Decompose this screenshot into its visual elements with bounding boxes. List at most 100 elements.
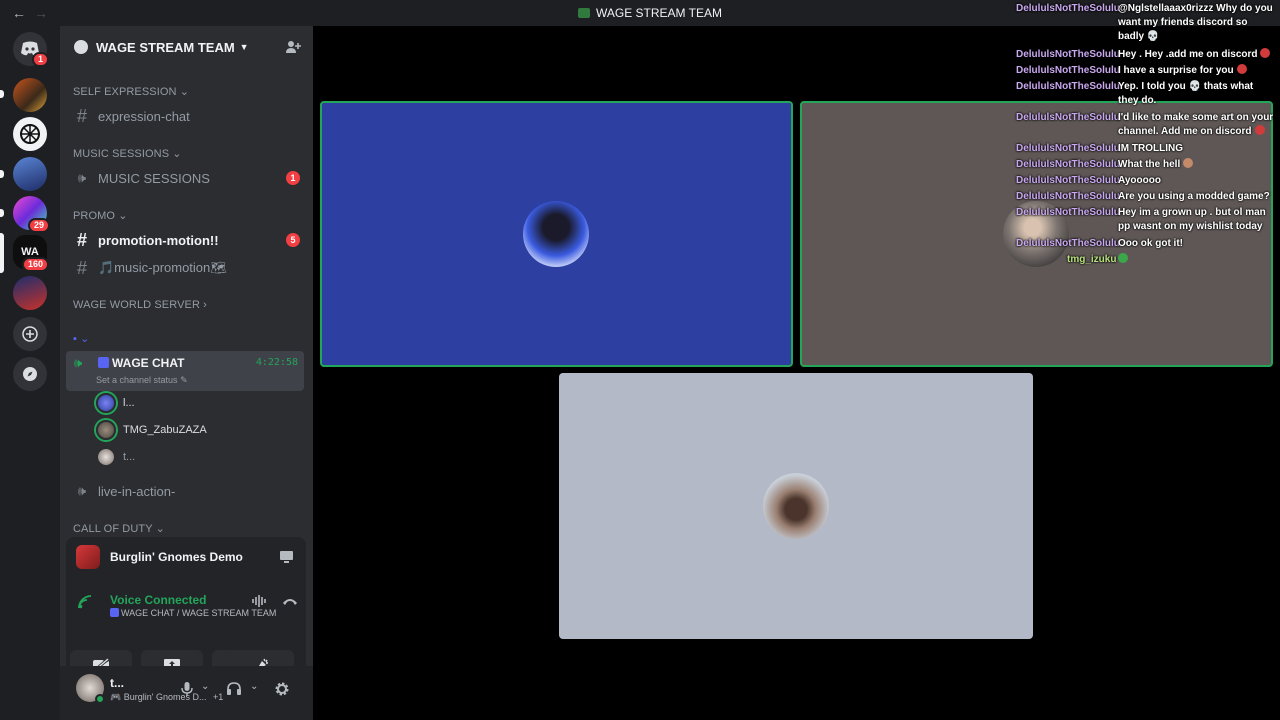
voice-location-label: WAGE CHAT / WAGE STREAM TEAM [121,608,277,618]
category-label: PROMO [73,210,116,222]
mic-options-chevron-icon[interactable]: ⌄ [201,681,209,692]
headphones-options-chevron-icon[interactable]: ⌄ [250,681,258,692]
avatar [96,447,116,467]
noise-suppression-icon[interactable] [252,595,268,607]
server-header[interactable]: WAGE STREAM TEAM ▼ [60,26,313,68]
channel-label: promotion-motion!! [98,232,219,248]
participant-tile-3[interactable] [559,373,1033,639]
discover-button[interactable] [13,357,47,391]
hashtag-icon: # [76,105,87,126]
chat-text: What the hell [1118,159,1181,170]
chat-text: @Nglstellaaax0rizzz Why do you want my f… [1118,3,1273,42]
compass-logo-icon [20,124,40,144]
category-self-expression[interactable]: SELF EXPRESSION ⌄ [73,85,189,98]
user-panel: t... 🎮 Burglin' Gnomes D... +1 ⌄ ⌄ [60,666,313,720]
chat-text: Hey . Hey .add me on discord [1118,49,1258,60]
chat-text: Yep. I told you 💀 thats what they do. [1118,81,1254,106]
chat-text-wrap: I'd like to make some art on your channe… [1118,111,1274,139]
emoji-icon [1254,125,1265,135]
unread-pill [0,90,4,98]
channel-expression-chat[interactable]: # expression-chat [66,103,306,129]
unread-pill [0,170,4,178]
disconnect-icon[interactable] [282,595,298,607]
chat-username: DelululsNotTheSolulu [1016,143,1120,154]
voice-channel-label: WAGE CHAT [112,356,185,370]
category-label: WAGE WORLD SERVER [73,299,200,311]
microphone-icon[interactable] [181,682,193,696]
speaker-icon: 🕪 [74,355,83,370]
username[interactable]: t... [110,676,124,690]
chat-username: DelululsNotTheSolulu [1016,207,1120,218]
category-wage-world-server[interactable]: WAGE WORLD SERVER › [73,299,207,311]
server-icon-1[interactable] [13,78,47,112]
set-channel-status[interactable]: Set a channel status ✎ [96,375,188,386]
chat-username: DelululsNotTheSolulu [1016,112,1120,123]
member-name: TMG_ZabuZAZA [123,424,207,436]
chat-username: DelululsNotTheSolulu [1016,65,1120,76]
chat-username: DelululsNotTheSolulu [1016,191,1120,202]
channel-label: live-in-action- [98,483,176,499]
category-music-sessions[interactable]: MUSIC SESSIONS ⌄ [73,147,182,160]
channel-live-in-action[interactable]: 🕪 live-in-action- [66,478,306,504]
emoji-icon [1183,158,1194,168]
collapsed-category-icon[interactable]: ▪ ⌄ [73,332,89,345]
selected-pill [0,233,4,273]
server-icon-3[interactable] [13,157,47,191]
stream-game-icon[interactable] [279,550,294,564]
chat-text: Ayooooo [1118,175,1161,186]
chat-text: IM TROLLING [1118,143,1183,154]
member-name: t... [123,451,136,463]
server-icon-2[interactable] [13,117,47,151]
chat-username: DelululsNotTheSolulu [1016,159,1120,170]
voice-channel-wage-chat[interactable]: 🕪 WAGE CHAT 4:22:58 Set a channel status… [66,351,304,391]
channel-label: 🎵music-promotion🗺 [98,260,227,275]
chat-username: DelululsNotTheSolulu [1016,175,1120,186]
chat-username: DelululsNotTheSolulu [1016,3,1120,14]
voice-status[interactable]: Voice Connected [110,593,206,607]
stage-speaker-icon: 🕪 [77,170,87,185]
server-list: 1 29 WA 160 [0,26,60,720]
chat-text: Hey im a grown up . but ol man pp wasnt … [1118,207,1266,232]
participant-tile-1[interactable] [320,101,793,367]
voice-member[interactable]: t... [96,446,135,468]
chat-text-wrap [1118,253,1274,267]
server-4-badge: 29 [28,218,51,233]
signal-icon[interactable] [78,595,94,609]
channel-music-promotion[interactable]: # 🎵music-promotion🗺 [66,255,306,281]
voice-location[interactable]: WAGE CHAT / WAGE STREAM TEAM [110,608,276,618]
chat-text: Are you using a modded game? [1118,191,1270,202]
hashtag-icon: # [76,257,87,278]
participant-tile-2[interactable] [800,101,1273,367]
chat-text-wrap: What the hell [1118,158,1274,172]
chat-text: Ooo ok got it! [1118,238,1183,249]
voice-member[interactable]: TMG_ZabuZAZA [96,419,207,441]
user-activity-extra: +1 [213,692,224,702]
channel-music-sessions[interactable]: 🕪 MUSIC SESSIONS 1 [66,165,306,191]
server-icon-6[interactable] [13,276,47,310]
category-call-of-duty[interactable]: CALL OF DUTY ⌄ [73,522,165,535]
wc-emoji-icon [98,357,109,368]
category-promo[interactable]: PROMO ⌄ [73,209,128,222]
voice-member[interactable]: l... [96,392,135,414]
game-name: Burglin' Gnomes Demo [110,550,243,564]
voice-duration: 4:22:58 [255,357,298,368]
mention-badge: 5 [286,233,300,247]
participant-avatar [523,201,589,267]
chevron-down-icon: ▼ [239,42,249,52]
game-icon [76,545,100,569]
speaker-icon: 🕪 [77,483,87,498]
headphones-icon[interactable] [227,682,241,695]
chat-username: DelululsNotTheSolulu [1016,81,1120,92]
add-server-button[interactable] [13,317,47,351]
activity-panel: Burglin' Gnomes Demo [66,537,306,577]
gamepad-icon: 🎮 [110,692,122,702]
chat-username: DelululsNotTheSolulu [1016,49,1120,60]
channel-promotion-motion[interactable]: # promotion-motion!! 5 [66,227,306,253]
wage-server-badge: 160 [22,257,50,272]
avatar [96,393,116,413]
invite-people-icon[interactable] [285,39,301,55]
online-status-dot [95,694,105,704]
settings-gear-icon[interactable] [274,681,290,697]
member-name: l... [123,397,135,409]
chat-text-wrap: Hey . Hey .add me on discord [1118,48,1274,62]
